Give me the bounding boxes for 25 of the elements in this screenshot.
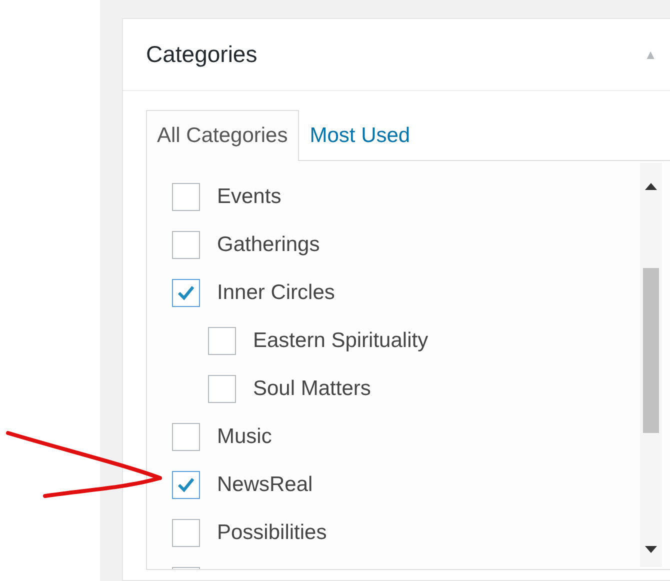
category-label: Soul Matters <box>253 377 371 401</box>
checkmark-icon <box>177 477 195 493</box>
scroll-down-icon[interactable] <box>645 546 657 553</box>
checkmark-icon <box>177 285 195 301</box>
checkbox[interactable] <box>172 231 200 259</box>
category-label: NewsReal <box>217 473 313 497</box>
scrollbar[interactable] <box>640 163 662 567</box>
checkbox[interactable] <box>172 471 200 499</box>
tab[interactable]: Most Used <box>298 110 422 161</box>
scrollbar-thumb[interactable] <box>643 268 659 433</box>
scroll-up-icon[interactable] <box>645 183 657 190</box>
checkbox[interactable] <box>172 423 200 451</box>
checkbox[interactable] <box>208 327 236 355</box>
category-label: Inner Circles <box>217 281 335 305</box>
category-label: Gatherings <box>217 233 320 257</box>
checkbox[interactable] <box>172 519 200 547</box>
checkbox[interactable] <box>172 279 200 307</box>
category-label: Events <box>217 185 282 209</box>
category-label: Possibilities <box>217 521 327 545</box>
tab[interactable]: All Categories <box>146 110 299 161</box>
category-label: Eastern Spirituality <box>253 329 428 353</box>
checkbox[interactable] <box>208 375 236 403</box>
category-label: Music <box>217 425 272 449</box>
checkbox[interactable] <box>172 183 200 211</box>
panel-title: Categories <box>146 41 258 68</box>
